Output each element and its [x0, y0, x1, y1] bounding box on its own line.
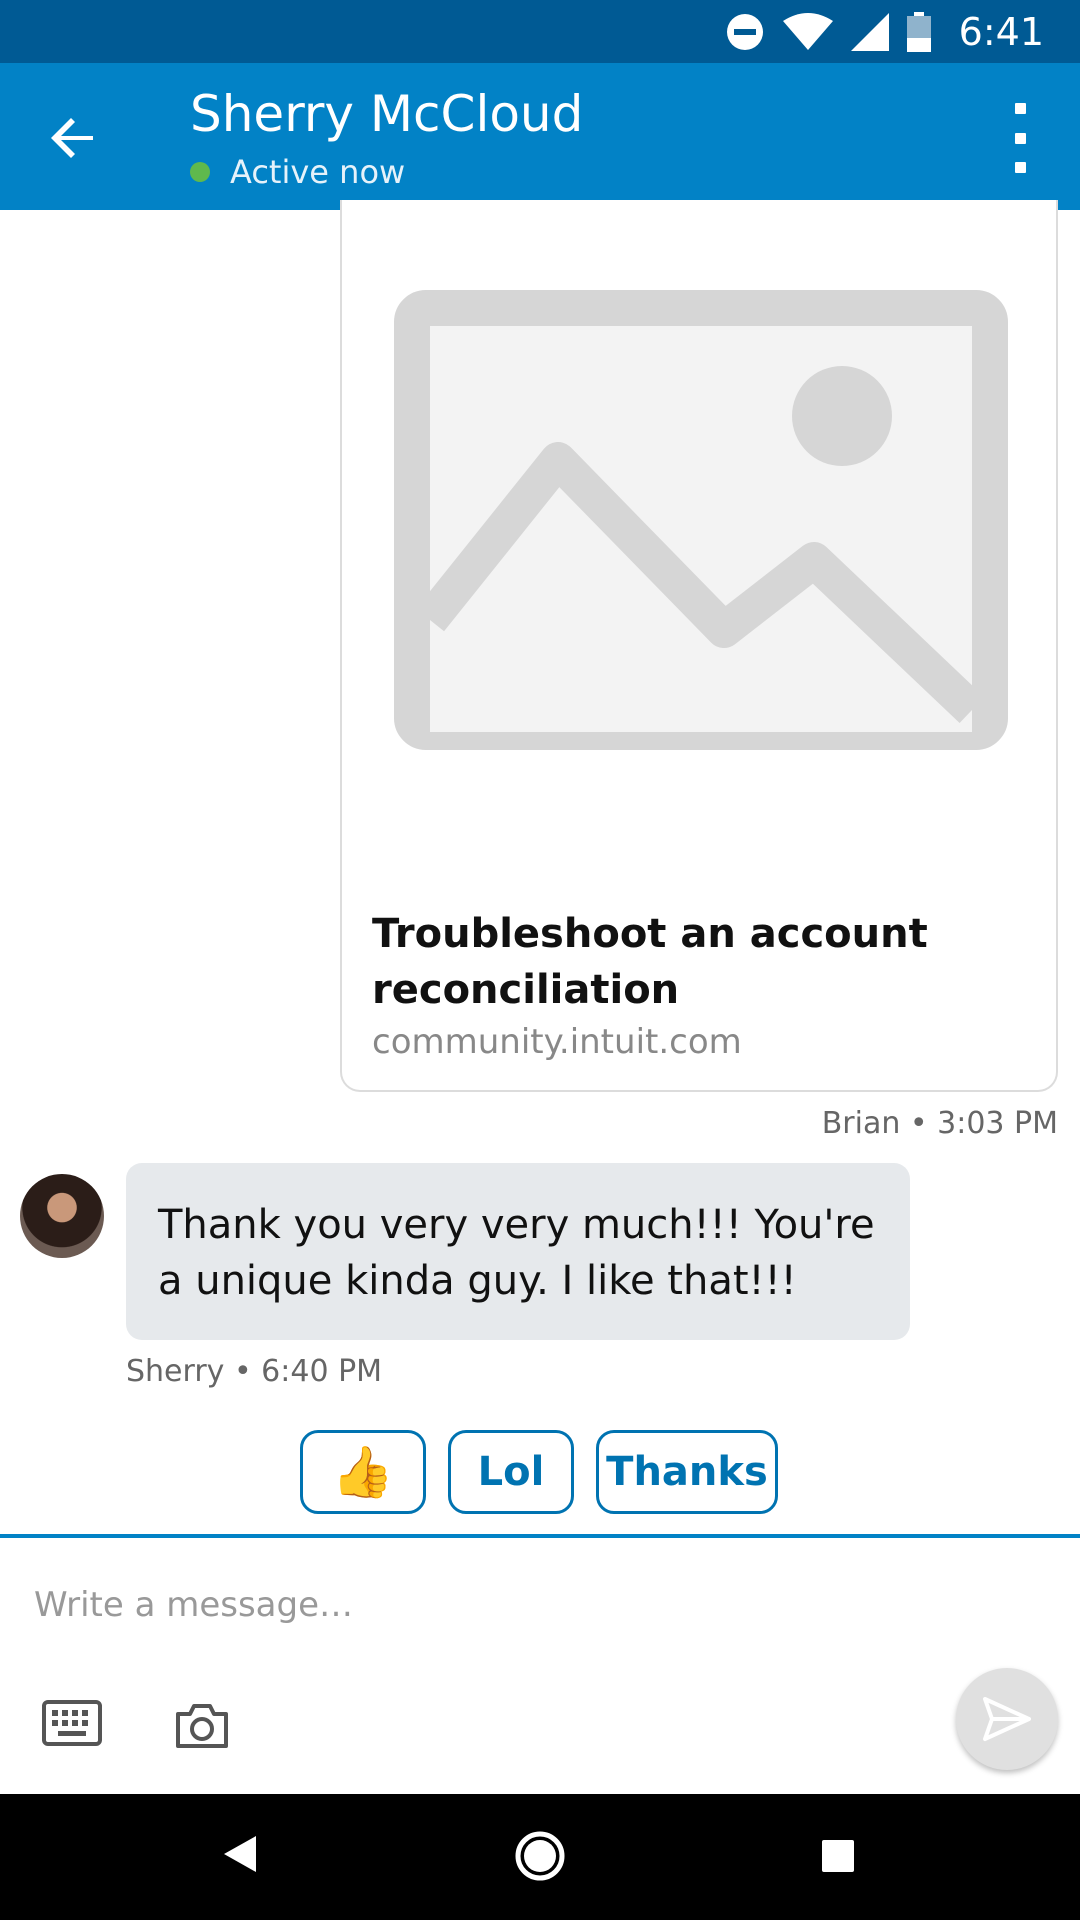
link-preview-card[interactable]: Troubleshoot an account reconciliation c… [340, 200, 1058, 1092]
send-button[interactable] [956, 1668, 1058, 1770]
do-not-disturb-icon [726, 13, 763, 50]
system-nav-bar [0, 1794, 1080, 1920]
keyboard-icon [42, 1700, 102, 1746]
app-bar: Sherry McCloud Active now [0, 63, 1080, 210]
keyboard-button[interactable] [42, 1700, 108, 1754]
status-bar: 6:41 [0, 0, 1080, 63]
message-bubble: Thank you very very much!!! You're a uni… [126, 1163, 910, 1340]
presence-dot [190, 162, 210, 182]
signal-icon [850, 12, 889, 51]
more-options-button[interactable] [1000, 103, 1040, 173]
camera-button[interactable] [174, 1702, 230, 1752]
send-icon [983, 1697, 1031, 1741]
presence-label: Active now [230, 153, 406, 191]
image-placeholder-icon [394, 290, 1008, 750]
message-meta: Brian • 3:03 PM [821, 1106, 1058, 1141]
nav-recents-icon[interactable] [822, 1840, 854, 1872]
message-meta: Sherry • 6:40 PM [126, 1354, 383, 1389]
composer-divider [0, 1534, 1080, 1538]
avatar[interactable] [20, 1174, 104, 1258]
back-button[interactable] [40, 105, 106, 171]
nav-back-icon[interactable] [222, 1834, 258, 1874]
link-domain: community.intuit.com [372, 1022, 742, 1062]
contact-name[interactable]: Sherry McCloud [190, 85, 583, 143]
wifi-icon [782, 12, 833, 50]
status-time: 6:41 [958, 9, 1044, 54]
presence-status: Active now [190, 153, 405, 191]
nav-home-icon[interactable] [514, 1830, 566, 1882]
more-vert-icon [1014, 103, 1026, 114]
quick-reply-thumbs-up[interactable]: 👍 [300, 1430, 426, 1514]
arrow-back-icon [51, 118, 93, 158]
quick-reply-thanks[interactable]: Thanks [596, 1430, 778, 1514]
message-input[interactable] [32, 1570, 932, 1640]
quick-reply-lol[interactable]: Lol [448, 1430, 574, 1514]
quick-replies: 👍 Lol Thanks [300, 1430, 778, 1514]
camera-icon [176, 1704, 228, 1748]
link-title: Troubleshoot an account reconciliation [372, 911, 928, 1013]
battery-icon [906, 11, 931, 52]
